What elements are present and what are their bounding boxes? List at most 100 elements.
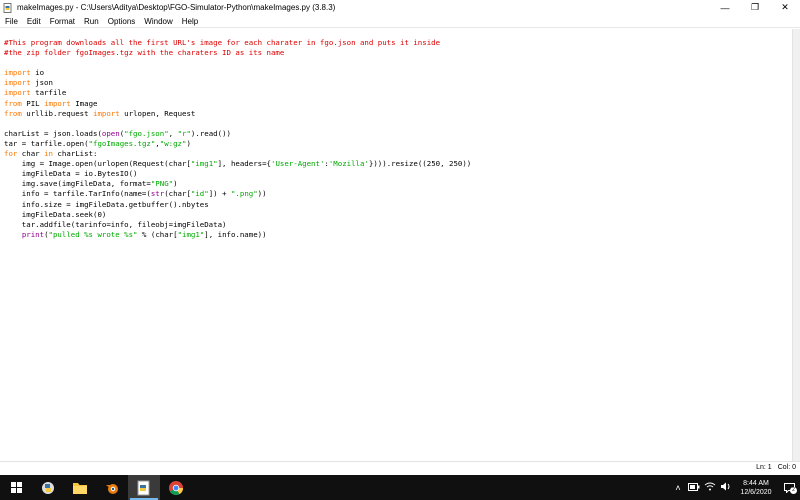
code-token: , [168, 128, 178, 138]
code-token: tar = tarfile.open( [4, 138, 89, 148]
taskbar-blender[interactable] [96, 475, 128, 500]
code-token: in [44, 149, 53, 159]
close-button[interactable]: ✕ [770, 0, 800, 15]
python-idle-icon [42, 481, 54, 494]
clock-date: 12/6/2020 [740, 488, 772, 496]
chevron-up-icon[interactable]: ˄ [670, 483, 686, 493]
code-token: charList: [52, 149, 98, 159]
code-token: imgFileData = io.BytesIO() [4, 169, 138, 179]
taskbar-notepad-file[interactable] [128, 475, 160, 500]
taskbar-idle-python[interactable] [32, 475, 64, 500]
code-token: "fgoImages.tgz" [88, 138, 156, 148]
taskbar-file-explorer[interactable] [64, 475, 96, 500]
code-line[interactable]: info.size = imgFileData.getbuffer().nbyt… [4, 200, 471, 210]
notification-button[interactable]: 2 [778, 475, 800, 500]
code-token: #the zip folder fgoImages.tgz with the c… [4, 48, 285, 58]
code-line[interactable]: from urllib.request import urlopen, Requ… [4, 109, 471, 119]
code-token: ".png" [230, 189, 258, 199]
clock-time: 8:44 AM [743, 479, 769, 487]
code-line[interactable]: for char in charList: [4, 149, 471, 159]
menu-window[interactable]: Window [139, 17, 176, 26]
code-editor[interactable]: #This program downloads all the first UR… [0, 29, 792, 461]
code-token: open [101, 128, 120, 138]
python-file-icon [3, 2, 13, 13]
folder-icon [73, 482, 87, 494]
code-token: ], headers={ [217, 159, 271, 169]
status-bar: Ln: 1 Col: 0 [0, 461, 800, 475]
code-line[interactable]: import tarfile [4, 88, 471, 98]
menu-bar: File Edit Format Run Options Window Help [0, 15, 800, 28]
window-controls: — ❐ ✕ [710, 0, 800, 15]
line-indicator: Ln: 1 [756, 464, 772, 471]
menu-help[interactable]: Help [177, 17, 202, 26]
taskbar: ˄ 8:44 AM 12/6/2020 2 [0, 475, 800, 500]
code-token: Image [70, 98, 98, 108]
code-line[interactable] [4, 119, 471, 129]
code-text[interactable]: #This program downloads all the first UR… [4, 38, 471, 240]
windows-logo-icon [10, 482, 22, 493]
code-line[interactable]: tar.addfile(tarinfo=info, fileobj=imgFil… [4, 220, 471, 230]
code-token: "fgo.json" [124, 128, 169, 138]
code-line[interactable]: print("pulled %s wrote %s" % (char["img1… [4, 230, 471, 240]
code-line[interactable]: import json [4, 78, 471, 88]
window-title: makeImages.py - C:\Users\Aditya\Desktop\… [17, 3, 336, 12]
notification-badge: 2 [790, 487, 797, 494]
code-token: "PNG" [150, 179, 174, 189]
vertical-scrollbar[interactable] [792, 29, 800, 461]
code-token: ], info.name)) [204, 229, 267, 239]
code-token: for [4, 149, 18, 159]
code-line[interactable]: import io [4, 68, 471, 78]
code-token: urlopen, Request [119, 108, 196, 118]
code-line[interactable]: #the zip folder fgoImages.tgz with the c… [4, 48, 471, 58]
code-token: import [44, 98, 71, 108]
code-token: import [93, 108, 120, 118]
code-line[interactable] [4, 58, 471, 68]
code-token: ) [173, 179, 178, 189]
menu-edit[interactable]: Edit [22, 17, 45, 26]
code-token: ).read()) [190, 128, 231, 138]
menu-run[interactable]: Run [79, 17, 103, 26]
code-token: from [4, 108, 22, 118]
code-token: % (char[ [137, 229, 178, 239]
code-token: print [21, 229, 45, 239]
code-token: info.size = imgFileData.getbuffer().nbyt… [4, 199, 209, 209]
code-line[interactable]: charList = json.loads(open("fgo.json", "… [4, 129, 471, 139]
volume-icon[interactable] [718, 482, 734, 493]
code-line[interactable]: img.save(imgFileData, format="PNG") [4, 179, 471, 189]
code-token: "img1" [190, 159, 218, 169]
taskbar-chrome[interactable] [160, 475, 192, 500]
code-token: info = tarfile.TarInfo(name=( [4, 189, 151, 199]
code-token: str [150, 189, 165, 199]
system-tray: ˄ 8:44 AM 12/6/2020 2 [670, 475, 800, 500]
minimize-button[interactable]: — [710, 0, 740, 15]
menu-file[interactable]: File [0, 17, 22, 26]
code-token: img = Image.open(urlopen(Request(char[ [4, 159, 191, 169]
code-token: }))).resize((250, 250)) [368, 159, 472, 169]
code-line[interactable]: info = tarfile.TarInfo(name=(str(char["i… [4, 189, 471, 199]
code-token: ) [186, 138, 191, 148]
clock[interactable]: 8:44 AM 12/6/2020 [734, 479, 778, 497]
menu-format[interactable]: Format [45, 17, 79, 26]
code-line[interactable]: imgFileData.seek(0) [4, 210, 471, 220]
code-line[interactable]: from PIL import Image [4, 99, 471, 109]
code-token: tar.addfile(tarinfo=info, fileobj=imgFil… [4, 219, 227, 229]
python-file-icon [137, 480, 150, 495]
blender-icon [106, 483, 118, 494]
wifi-icon[interactable] [702, 482, 718, 493]
start-button[interactable] [0, 475, 32, 500]
code-line[interactable]: img = Image.open(urlopen(Request(char["i… [4, 159, 471, 169]
title-bar: makeImages.py - C:\Users\Aditya\Desktop\… [0, 0, 800, 15]
code-line[interactable]: #This program downloads all the first UR… [4, 38, 471, 48]
code-token: "img1" [177, 229, 205, 239]
code-token: 'User-Agent' [271, 159, 325, 169]
code-token: 'Mozilla' [328, 159, 369, 169]
code-token: import [4, 78, 31, 88]
code-token: urllib.request [21, 108, 94, 118]
code-token: imgFileData.seek(0) [4, 209, 107, 219]
code-token: io [30, 68, 45, 78]
code-line[interactable]: imgFileData = io.BytesIO() [4, 169, 471, 179]
code-line[interactable]: tar = tarfile.open("fgoImages.tgz","w:gz… [4, 139, 471, 149]
maximize-button[interactable]: ❐ [740, 0, 770, 15]
battery-icon[interactable] [686, 482, 702, 493]
menu-options[interactable]: Options [103, 17, 140, 26]
